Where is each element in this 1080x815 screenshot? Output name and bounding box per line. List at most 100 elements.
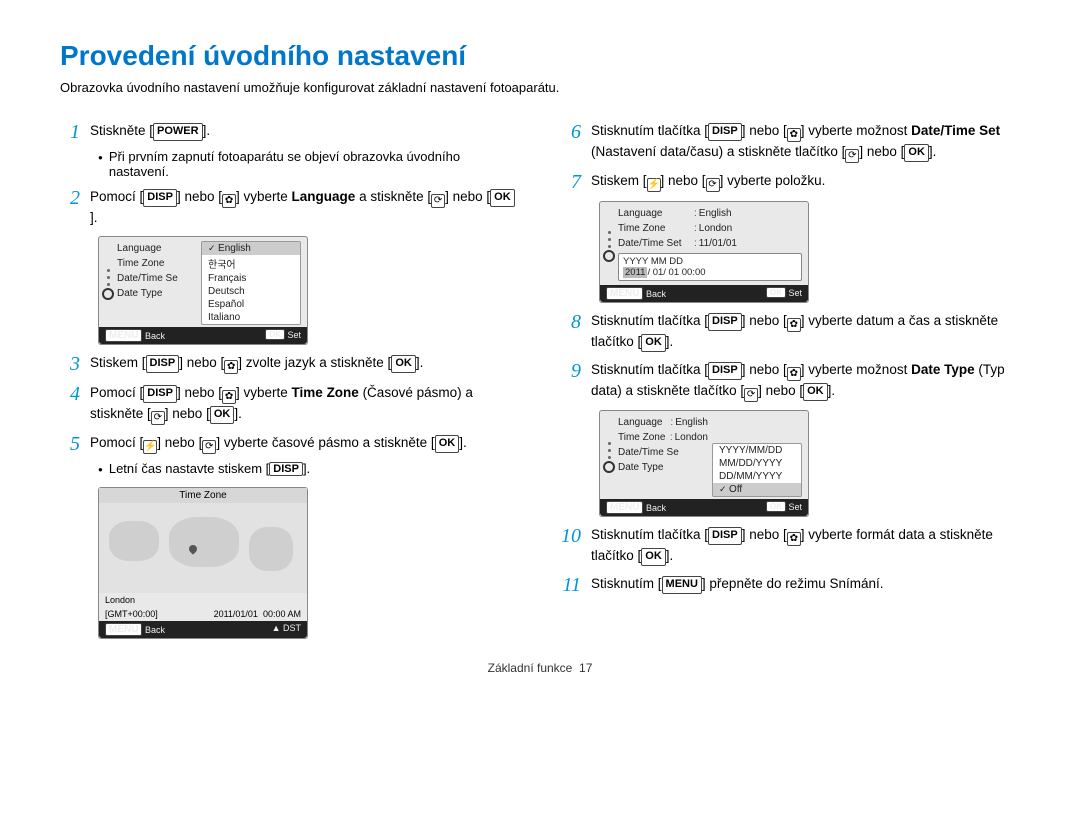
step-text: Stiskem [DISP] nebo [✿] zvolte jazyk a s… xyxy=(90,353,519,375)
macro-down-icon: ✿ xyxy=(222,194,236,208)
step-text: Stisknutím [MENU] přepněte do režimu Sní… xyxy=(591,574,1020,596)
datetype-option-selected: Off xyxy=(713,483,801,496)
step-1: 1 Stiskněte [POWER]. xyxy=(60,121,519,143)
t: Language xyxy=(618,208,692,219)
t: ] vyberte možnost xyxy=(801,123,911,138)
t: Letní čas nastavte stiskem [ xyxy=(109,461,269,476)
t: Stisknutím tlačítka [ xyxy=(591,123,708,138)
page-number: 17 xyxy=(579,661,592,675)
datetype-option: YYYY/MM/DD xyxy=(713,444,801,457)
t: ] vyberte xyxy=(236,385,292,400)
t: ] nebo [ xyxy=(758,383,803,398)
macro-down-icon: ✿ xyxy=(787,318,801,332)
t: Back xyxy=(145,625,165,635)
menu-key: MENU xyxy=(606,501,643,514)
t: ] nebo [ xyxy=(177,385,222,400)
step-number: 9 xyxy=(561,360,581,402)
t: Pomocí [ xyxy=(90,385,143,400)
step-11: 11 Stisknutím [MENU] přepněte do režimu … xyxy=(561,574,1020,596)
disp-key: DISP xyxy=(143,385,177,403)
step-text: Pomocí [⚡] nebo [⟳] vyberte časové pásmo… xyxy=(90,433,519,455)
tz-title: Time Zone xyxy=(99,488,307,503)
t: Date/Time Se xyxy=(618,447,692,458)
right-column: 6 Stisknutím tlačítka [DISP] nebo [✿] vy… xyxy=(561,113,1020,647)
step-text: Stisknutím tlačítka [DISP] nebo [✿] vybe… xyxy=(591,525,1020,566)
t: 00:00 AM xyxy=(263,609,301,619)
t: Date Type xyxy=(911,362,975,377)
t: London xyxy=(699,223,802,234)
step-5: 5 Pomocí [⚡] nebo [⟳] vyberte časové pás… xyxy=(60,433,519,455)
t: 2011/01/01 xyxy=(214,609,258,619)
t: 2011 xyxy=(623,267,647,278)
lang-option: 한국어 xyxy=(202,255,300,272)
t: ]. xyxy=(666,548,674,563)
t: English xyxy=(699,208,802,219)
t: Time Zone xyxy=(618,432,668,443)
t: ] nebo [ xyxy=(177,189,222,204)
menu-key: MENU xyxy=(105,329,142,342)
t: Back xyxy=(646,503,666,513)
intro-text: Obrazovka úvodního nastavení umožňuje ko… xyxy=(60,80,1020,95)
lang-option: Español xyxy=(202,298,300,311)
t: 11/01/01 xyxy=(699,238,802,249)
datetype-option: DD/MM/YYYY xyxy=(713,470,801,483)
ok-key: OK xyxy=(490,189,515,207)
t: ] nebo [ xyxy=(859,144,904,159)
menu-item: Date Type xyxy=(117,286,197,301)
ok-key: OK xyxy=(435,435,460,453)
step-number: 7 xyxy=(561,171,581,193)
t: Set xyxy=(287,330,301,340)
ok-key: OK xyxy=(766,501,786,512)
step-number: 1 xyxy=(60,121,80,143)
step-number: 2 xyxy=(60,187,80,228)
step-1-bullet: Při prvním zapnutí fotoaparátu se objeví… xyxy=(98,149,519,179)
menu-key: MENU xyxy=(662,576,702,594)
timer-icon: ⟳ xyxy=(845,149,859,163)
t: ] nebo [ xyxy=(742,362,787,377)
t: ]. xyxy=(459,435,467,450)
macro-down-icon: ✿ xyxy=(222,390,236,404)
ok-key: OK xyxy=(391,355,416,373)
menu-item: Date/Time Se xyxy=(117,271,197,286)
t: (Nastavení data/času) a stiskněte tlačít… xyxy=(591,144,845,159)
t: Stiskem [ xyxy=(591,173,647,188)
t: Language xyxy=(292,189,356,204)
t: ] vyberte časové pásmo a stiskněte [ xyxy=(216,435,434,450)
macro-down-icon: ✿ xyxy=(787,367,801,381)
t: Time Zone xyxy=(292,385,359,400)
ok-key: OK xyxy=(803,383,828,401)
step-number: 10 xyxy=(561,525,581,566)
t: Stisknutím tlačítka [ xyxy=(591,313,708,328)
ok-key: OK xyxy=(904,144,929,162)
t: ] nebo [ xyxy=(661,173,706,188)
t: ] vyberte xyxy=(236,189,292,204)
menu-key: MENU xyxy=(105,623,142,636)
t: ]. xyxy=(828,383,836,398)
disp-key: DISP xyxy=(143,189,177,207)
t: Stiskněte [ xyxy=(90,123,153,138)
t: ] nebo [ xyxy=(157,435,202,450)
t: ]. xyxy=(303,461,310,476)
macro-down-icon: ✿ xyxy=(787,532,801,546)
menu-item: Language xyxy=(117,241,197,256)
disp-key: DISP xyxy=(269,462,303,476)
step-number: 4 xyxy=(60,383,80,425)
step-text: Stisknutím tlačítka [DISP] nebo [✿] vybe… xyxy=(591,311,1020,352)
t: Date/Time Set xyxy=(618,238,692,249)
step-text: Pomocí [DISP] nebo [✿] vyberte Time Zone… xyxy=(90,383,519,425)
disp-key: DISP xyxy=(146,355,180,373)
page-footer: Základní funkce 17 xyxy=(60,661,1020,675)
t: ] nebo [ xyxy=(742,313,787,328)
step-7: 7 Stiskem [⚡] nebo [⟳] vyberte položku. xyxy=(561,171,1020,193)
t: Stisknutím [ xyxy=(591,576,662,591)
step-4: 4 Pomocí [DISP] nebo [✿] vyberte Time Zo… xyxy=(60,383,519,425)
t: Stisknutím tlačítka [ xyxy=(591,527,708,542)
page-title: Provedení úvodního nastavení xyxy=(60,40,1020,72)
flash-left-icon: ⚡ xyxy=(647,178,661,192)
t: ] nebo [ xyxy=(179,355,224,370)
t: Back xyxy=(145,331,165,341)
figure-datetype: Language:English Time Zone:London Date/T… xyxy=(599,410,1020,517)
step-number: 5 xyxy=(60,433,80,455)
lang-option-selected: English xyxy=(202,242,300,255)
step-text: Stisknutím tlačítka [DISP] nebo [✿] vybe… xyxy=(591,360,1020,402)
